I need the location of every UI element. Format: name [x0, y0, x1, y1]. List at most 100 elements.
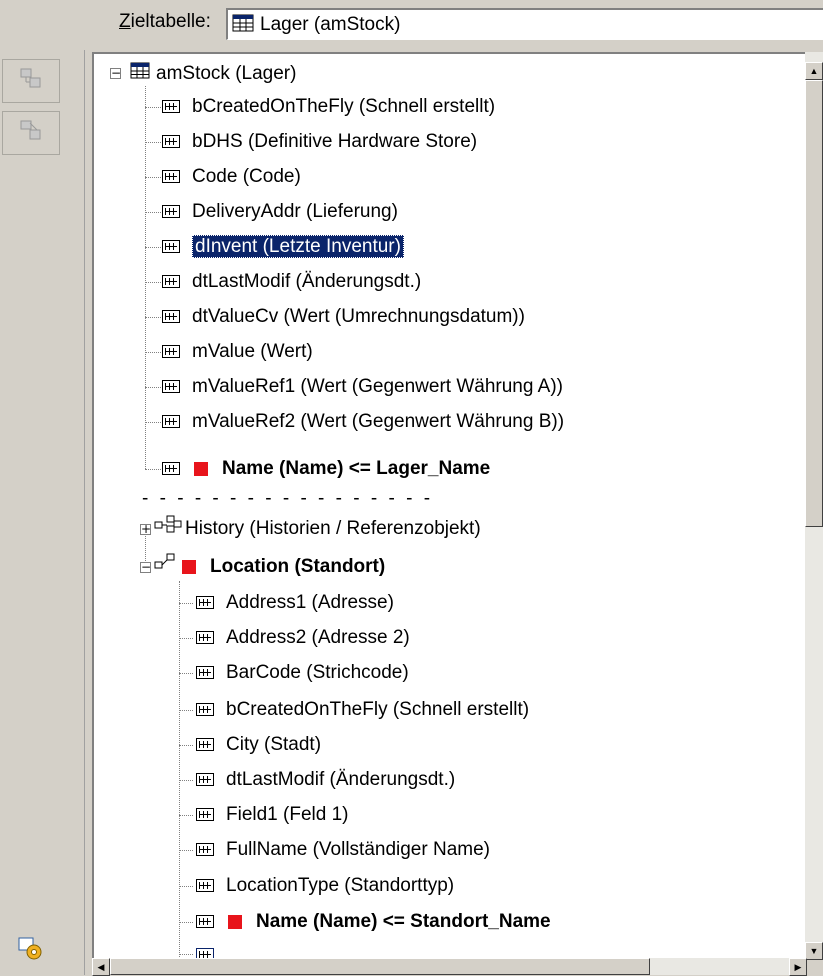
field-item[interactable]: dtLastModif (Änderungsdt.) [196, 763, 455, 797]
field-item[interactable]: bDHS (Definitive Hardware Store) [162, 125, 477, 159]
field-item-selected[interactable]: dInvent (Letzte Inventur) [162, 230, 404, 264]
tree-connector [179, 673, 193, 675]
tree-connector [179, 638, 193, 640]
tree-connector [179, 922, 193, 924]
field-icon [162, 240, 180, 254]
mapped-marker-icon [228, 914, 242, 929]
field-item[interactable]: LocationType (Standorttyp) [196, 869, 454, 903]
field-icon [196, 666, 214, 680]
field-icon [162, 380, 180, 394]
tree-connector [179, 603, 193, 605]
add-mapping-icon [19, 67, 43, 95]
field-icon [162, 415, 180, 429]
remove-mapping-button[interactable] [2, 111, 60, 155]
field-item[interactable]: dtLastModif (Änderungsdt.) [162, 265, 421, 299]
tree-connector [145, 282, 161, 284]
field-icon [162, 135, 180, 149]
field-item[interactable]: Code (Code) [162, 160, 301, 194]
field-icon [196, 596, 214, 610]
field-item[interactable]: mValueRef2 (Wert (Gegenwert Währung B)) [162, 405, 564, 439]
tree-connector [145, 422, 161, 424]
scroll-up-button[interactable]: ▲ [805, 62, 823, 80]
separator: - - - - - - - - - - - - - - - - - [142, 488, 434, 509]
field-icon [162, 345, 180, 359]
target-table-value: Lager (amStock) [260, 14, 401, 35]
field-icon [196, 915, 214, 929]
field-icon [196, 703, 214, 717]
left-toolbar [0, 50, 85, 975]
field-tree: − amStock (Lager) bCreatedOnTheFly (Schn… [92, 52, 807, 960]
tree-connector [179, 954, 193, 956]
tree-connector [145, 142, 161, 144]
scroll-right-button[interactable]: ▶ [789, 958, 807, 976]
field-icon [162, 275, 180, 289]
field-icon [196, 843, 214, 857]
tree-connector [179, 815, 193, 817]
field-item[interactable]: DeliveryAddr (Lieferung) [162, 195, 398, 229]
field-item[interactable]: Field1 (Feld 1) [196, 798, 349, 832]
vertical-scrollbar[interactable]: ▲ ▼ [805, 52, 823, 960]
tree-connector [145, 177, 161, 179]
field-icon [196, 808, 214, 822]
field-item[interactable]: BarCode (Strichcode) [196, 656, 409, 690]
tree-connector [145, 387, 161, 389]
scroll-down-button[interactable]: ▼ [805, 942, 823, 960]
field-icon [162, 170, 180, 184]
tree-connector [179, 745, 193, 747]
field-item-mapped[interactable]: Name (Name) <= Lager_Name [162, 452, 490, 486]
field-item[interactable]: City (Stadt) [196, 728, 321, 762]
collapse-toggle[interactable]: − [110, 67, 121, 79]
field-icon [196, 773, 214, 787]
field-item[interactable] [196, 938, 226, 960]
target-table-combo[interactable]: Lager (amStock) ▼ [226, 8, 823, 40]
settings-button[interactable] [2, 930, 60, 974]
mapped-marker-icon [194, 461, 208, 476]
link-item-history[interactable]: History (Historien / Referenzobjekt) [154, 512, 481, 546]
table-icon [232, 14, 254, 38]
field-icon [196, 879, 214, 893]
target-table-label: Zieltabelle: [119, 11, 211, 32]
field-icon [162, 100, 180, 114]
horizontal-scrollbar[interactable]: ◀ ▶ [92, 958, 807, 976]
field-item[interactable]: Address2 (Adresse 2) [196, 621, 410, 655]
field-icon [162, 310, 180, 324]
table-icon [130, 57, 150, 91]
mapped-marker-icon [182, 560, 196, 574]
target-table-bar: Zieltabelle: Lager (amStock) ▼ [0, 0, 823, 50]
add-mapping-button[interactable] [2, 59, 60, 103]
expand-toggle[interactable]: + [140, 523, 151, 535]
tree-connector [145, 469, 161, 471]
collapse-toggle[interactable]: − [140, 561, 151, 573]
field-icon [162, 462, 180, 476]
tree-connector [179, 710, 193, 712]
settings-icon [17, 936, 45, 968]
tree-connector [179, 780, 193, 782]
tree-connector [145, 247, 161, 249]
field-item[interactable]: bCreatedOnTheFly (Schnell erstellt) [196, 693, 529, 727]
scroll-thumb[interactable] [110, 958, 650, 975]
field-icon [162, 205, 180, 219]
link-item-location[interactable]: Location (Standort) [154, 550, 385, 584]
remove-mapping-icon [19, 119, 43, 147]
tree-root[interactable]: amStock (Lager) [130, 57, 296, 91]
field-icon [196, 738, 214, 752]
link-icon [154, 512, 182, 546]
tree-connector [179, 886, 193, 888]
selected-label: dInvent (Letzte Inventur) [192, 235, 404, 258]
tree-connector [145, 317, 161, 319]
field-item[interactable]: Address1 (Adresse) [196, 586, 394, 620]
field-item-mapped[interactable]: Name (Name) <= Standort_Name [196, 905, 551, 939]
link-icon [154, 550, 182, 584]
field-item[interactable]: dtValueCv (Wert (Umrechnungsdatum)) [162, 300, 525, 334]
scroll-thumb[interactable] [805, 80, 823, 527]
tree-connector [145, 352, 161, 354]
tree-connector [145, 107, 161, 109]
scroll-left-button[interactable]: ◀ [92, 958, 110, 976]
tree-connector [179, 850, 193, 852]
tree-connector [145, 212, 161, 214]
field-item[interactable]: mValue (Wert) [162, 335, 313, 369]
field-item[interactable]: FullName (Vollständiger Name) [196, 833, 490, 867]
field-item[interactable]: mValueRef1 (Wert (Gegenwert Währung A)) [162, 370, 563, 404]
field-item[interactable]: bCreatedOnTheFly (Schnell erstellt) [162, 90, 495, 124]
field-icon [196, 631, 214, 645]
